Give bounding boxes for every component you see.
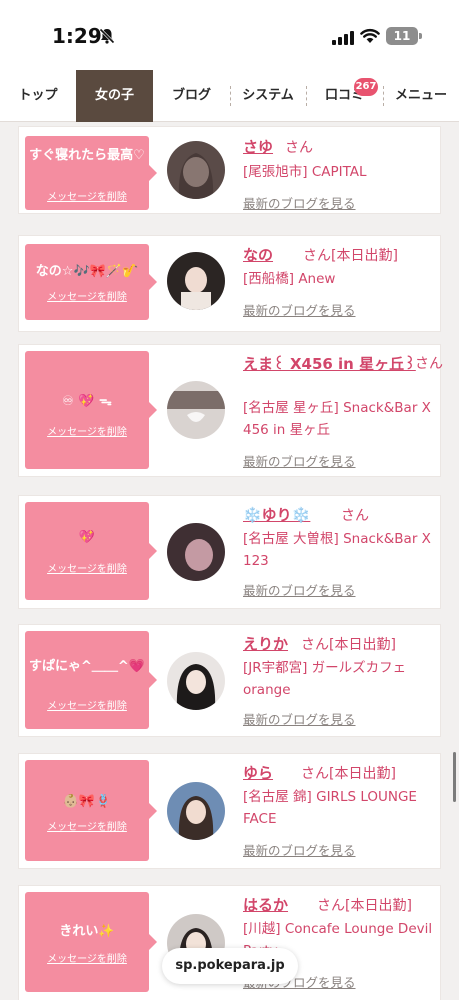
tab-top[interactable]: トップ <box>0 70 76 122</box>
avatar[interactable] <box>167 652 225 710</box>
message-text: すぐ寝れたら最高♡ <box>29 148 145 163</box>
girl-name-link[interactable]: なの <box>243 244 273 265</box>
name-suffix: さん[本日出勤] <box>317 898 412 914</box>
girl-name-link[interactable]: えりか <box>243 633 288 654</box>
delete-message-link[interactable]: メッセージを削除 <box>25 188 149 203</box>
list-item: なの☆🎶🎀🪄🎷 メッセージを削除 なの さん[本日出勤] [西船橋] Anew … <box>18 235 441 332</box>
delete-message-link[interactable]: メッセージを削除 <box>25 818 149 833</box>
name-suffix: さん <box>285 140 313 156</box>
list-item: すぐ寝れたら最高♡ メッセージを削除 さゆ さん [尾張旭市] CAPITAL … <box>18 126 441 214</box>
girl-name-link[interactable]: ❄️ゆり❄️ <box>243 504 310 525</box>
scrollbar[interactable] <box>453 752 456 802</box>
message-bubble: きれい✨ メッセージを削除 <box>25 892 157 992</box>
tab-girls[interactable]: 女の子 <box>76 70 153 122</box>
name-suffix: さん <box>341 508 369 524</box>
name-suffix: さん[本日出勤] <box>301 637 396 653</box>
avatar[interactable] <box>167 523 225 581</box>
shop-info: [名古屋 錦] GIRLS LOUNGE FACE <box>243 789 417 827</box>
name-suffix: さん[本日出勤] <box>301 766 396 782</box>
tab-blog[interactable]: ブログ <box>153 70 230 122</box>
favorites-list: すぐ寝れたら最高♡ メッセージを削除 さゆ さん [尾張旭市] CAPITAL … <box>0 122 459 1000</box>
girl-name-link[interactable]: はるか <box>243 894 288 915</box>
shop-info: [尾張旭市] CAPITAL <box>243 164 367 180</box>
avatar[interactable] <box>167 141 225 199</box>
message-text: 💖 <box>78 530 96 545</box>
delete-message-link[interactable]: メッセージを削除 <box>25 950 149 965</box>
shop-info: [JR宇都宮] ガールズカフェ orange <box>243 660 407 698</box>
tab-system[interactable]: システム <box>230 70 306 122</box>
latest-blog-link[interactable]: 最新のブログを見る <box>243 300 356 319</box>
message-bubble: ♾ 💖 ᯓ メッセージを削除 <box>25 351 157 469</box>
list-item: ♾ 💖 ᯓ メッセージを削除 えま꒰ X456 in 星ヶ丘꒱ さん [名古屋 … <box>18 344 443 477</box>
list-item: すぱにゃ^＿＿^💗 メッセージを削除 えりか さん[本日出勤] [JR宇都宮] … <box>18 624 441 737</box>
latest-blog-link[interactable]: 最新のブログを見る <box>243 193 356 212</box>
message-text: ♾ 💖 ᯓ <box>62 394 112 409</box>
girl-name-link[interactable]: ゆら <box>243 762 273 783</box>
message-text: きれい✨ <box>59 924 115 939</box>
battery-icon: 11 <box>386 27 422 45</box>
bell-off-icon <box>98 27 116 49</box>
main-nav: トップ 女の子 ブログ システム 口コミ メニュー <box>0 70 459 122</box>
delete-message-link[interactable]: メッセージを削除 <box>25 288 149 303</box>
list-item: 👶🏼🎀🪢 メッセージを削除 ゆら さん[本日出勤] [名古屋 錦] GIRLS … <box>18 753 441 869</box>
cellular-signal-icon <box>332 30 354 49</box>
shop-info: [西船橋] Anew <box>243 271 336 287</box>
shop-info: [名古屋 星ヶ丘] Snack&Bar X 456 in 星ヶ丘 <box>243 400 431 438</box>
delete-message-link[interactable]: メッセージを削除 <box>25 697 149 712</box>
shop-info: [名古屋 大曽根] Snack&Bar X 123 <box>243 531 431 569</box>
message-text: すぱにゃ^＿＿^💗 <box>29 659 145 674</box>
latest-blog-link[interactable]: 最新のブログを見る <box>243 451 356 470</box>
avatar[interactable] <box>167 782 225 840</box>
avatar[interactable] <box>167 252 225 310</box>
message-bubble: 👶🏼🎀🪢 メッセージを削除 <box>25 760 157 861</box>
avatar[interactable] <box>167 381 225 439</box>
latest-blog-link[interactable]: 最新のブログを見る <box>243 840 356 859</box>
list-item: 💖 メッセージを削除 ❄️ゆり❄️ さん [名古屋 大曽根] Snack&Bar… <box>18 495 441 609</box>
message-bubble: 💖 メッセージを削除 <box>25 502 157 600</box>
message-bubble: すぱにゃ^＿＿^💗 メッセージを削除 <box>25 631 157 729</box>
message-text: 👶🏼🎀🪢 <box>62 794 112 809</box>
url-bar[interactable]: sp.pokepara.jp <box>162 948 298 984</box>
latest-blog-link[interactable]: 最新のブログを見る <box>243 580 356 599</box>
tab-menu[interactable]: メニュー <box>383 70 459 122</box>
girl-name-link[interactable]: さゆ <box>243 136 273 157</box>
latest-blog-link[interactable]: 最新のブログを見る <box>243 709 356 728</box>
wifi-icon <box>360 28 380 48</box>
name-suffix: さん <box>415 356 443 372</box>
delete-message-link[interactable]: メッセージを削除 <box>25 423 149 438</box>
status-time: 1:29 <box>52 24 102 48</box>
status-bar: 1:29 11 <box>0 0 459 70</box>
review-count-badge: 267 <box>354 78 378 96</box>
message-bubble: すぐ寝れたら最高♡ メッセージを削除 <box>25 136 157 210</box>
girl-name-link[interactable]: えま꒰ X456 in 星ヶ丘꒱ <box>243 353 416 374</box>
delete-message-link[interactable]: メッセージを削除 <box>25 560 149 575</box>
name-suffix: さん[本日出勤] <box>303 248 398 264</box>
message-bubble: なの☆🎶🎀🪄🎷 メッセージを削除 <box>25 244 157 320</box>
message-text: なの☆🎶🎀🪄🎷 <box>35 264 139 279</box>
